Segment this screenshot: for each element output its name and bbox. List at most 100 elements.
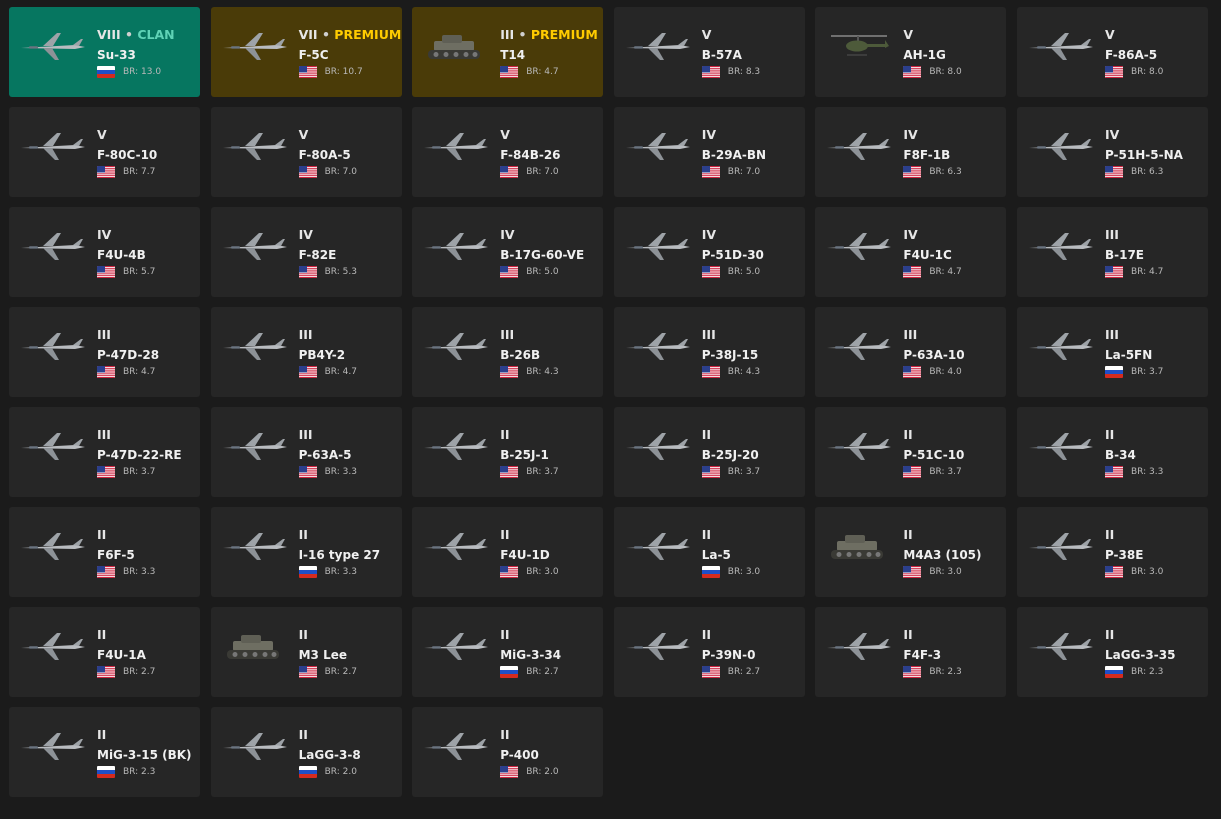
usa-flag-icon — [97, 466, 115, 478]
vehicle-name: I-16 type 27 — [298, 548, 381, 562]
battle-rating: BR: 8.0 — [929, 67, 962, 77]
vehicle-meta: BR: 2.0 — [500, 766, 559, 778]
battle-rating: BR: 7.0 — [526, 167, 559, 177]
vehicle-rank: V — [97, 127, 107, 142]
rank-label: V — [701, 27, 712, 42]
plane-icon — [1025, 629, 1097, 663]
vehicle-card[interactable]: IV P-51D-30 BR: 5.0 — [613, 207, 805, 297]
rank-label: II — [701, 627, 712, 642]
vehicle-name: F-80C-10 — [97, 148, 158, 162]
vehicle-card[interactable]: IV F-82E BR: 5.3 — [210, 207, 402, 297]
vehicle-card[interactable]: II P-39N-0 BR: 2.7 — [613, 607, 805, 697]
vehicle-card[interactable]: II B-25J-20 BR: 3.7 — [613, 407, 805, 497]
usa-flag-icon — [97, 366, 115, 378]
battle-rating: BR: 3.7 — [929, 467, 962, 477]
vehicle-card[interactable]: VIII • CLAN Su-33 BR: 13.0 — [9, 7, 200, 97]
vehicle-card[interactable]: III P-63A-5 BR: 3.3 — [210, 407, 402, 497]
vehicle-card[interactable]: III P-38J-15 BR: 4.3 — [613, 307, 805, 397]
vehicle-card[interactable]: IV F8F-1B BR: 6.3 — [815, 107, 1007, 197]
vehicle-card[interactable]: III P-47D-22-RE BR: 3.7 — [9, 407, 200, 497]
vehicle-meta: BR: 2.0 — [298, 766, 357, 778]
vehicle-card[interactable]: V F-80A-5 BR: 7.0 — [210, 107, 402, 197]
vehicle-card[interactable]: IV F4U-4B BR: 5.7 — [9, 207, 200, 297]
vehicle-card[interactable]: II P-38E BR: 3.0 — [1016, 507, 1208, 597]
usa-flag-icon — [500, 466, 519, 478]
vehicle-rank: II — [500, 527, 509, 542]
vehicle-card[interactable]: II B-25J-1 BR: 3.7 — [412, 407, 604, 497]
vehicle-card[interactable]: V F-84B-26 BR: 7.0 — [412, 107, 604, 197]
vehicle-rank: IV — [1105, 127, 1119, 142]
vehicle-card[interactable]: II M4A3 (105) BR: 3.0 — [815, 507, 1007, 597]
vehicle-card[interactable]: II P-51C-10 BR: 3.7 — [815, 407, 1007, 497]
vehicle-card[interactable]: III La-5FN BR: 3.7 — [1016, 307, 1208, 397]
vehicle-name: P-38E — [1104, 548, 1144, 562]
vehicle-card[interactable]: V B-57A BR: 8.3 — [613, 7, 805, 97]
vehicle-card[interactable]: III • PREMIUM T14 BR: 4.7 — [412, 7, 604, 97]
vehicle-card[interactable]: II LaGG-3-35 BR: 2.3 — [1016, 607, 1208, 697]
vehicle-name: P-38J-15 — [701, 348, 759, 362]
vehicle-card[interactable]: II MiG-3-15 (BK) BR: 2.3 — [9, 707, 200, 797]
vehicle-card[interactable]: VII • PREMIUM F-5C BR: 10.7 — [210, 7, 402, 97]
vehicle-card[interactable]: V F-86A-5 BR: 8.0 — [1016, 7, 1208, 97]
vehicle-card[interactable]: IV B-29A-BN BR: 7.0 — [613, 107, 805, 197]
vehicle-card[interactable]: IV P-51H-5-NA BR: 6.3 — [1016, 107, 1208, 197]
vehicle-meta: BR: 3.0 — [500, 566, 559, 578]
vehicle-rank: II — [1105, 627, 1114, 642]
battle-rating: BR: 3.0 — [929, 567, 962, 577]
plane-icon — [622, 329, 694, 363]
usa-flag-icon — [701, 66, 720, 78]
vehicle-card[interactable]: II F4U-1A BR: 2.7 — [9, 607, 200, 697]
plane-icon — [420, 529, 492, 563]
vehicle-card[interactable]: IV F4U-1C BR: 4.7 — [815, 207, 1007, 297]
vehicle-card[interactable]: II LaGG-3-8 BR: 2.0 — [210, 707, 402, 797]
vehicle-card[interactable]: III PB4Y-2 BR: 4.7 — [210, 307, 402, 397]
plane-icon — [823, 629, 895, 663]
russia-flag-icon — [500, 666, 519, 678]
battle-rating: BR: 2.7 — [123, 667, 156, 677]
vehicle-rank: V — [702, 27, 712, 42]
usa-flag-icon — [97, 566, 115, 578]
vehicle-card[interactable]: III B-17E BR: 4.7 — [1016, 207, 1208, 297]
plane-icon — [420, 429, 492, 463]
vehicle-card[interactable]: II F6F-5 BR: 3.3 — [9, 507, 200, 597]
vehicle-rank: II — [500, 727, 509, 742]
plane-icon — [1025, 229, 1097, 263]
vehicle-rank: III • PREMIUM — [500, 27, 598, 42]
rank-label: II — [500, 627, 510, 642]
vehicle-card[interactable]: II B-34 BR: 3.3 — [1016, 407, 1208, 497]
usa-flag-icon — [500, 66, 519, 78]
vehicle-card[interactable]: II MiG-3-34 BR: 2.7 — [412, 607, 604, 697]
vehicle-card[interactable]: II La-5 BR: 3.0 — [613, 507, 805, 597]
battle-rating: BR: 5.0 — [526, 267, 559, 277]
vehicle-card[interactable]: III P-47D-28 BR: 4.7 — [9, 307, 200, 397]
vehicle-card[interactable]: III P-63A-10 BR: 4.0 — [815, 307, 1007, 397]
vehicle-card[interactable]: II M3 Lee BR: 2.7 — [210, 607, 402, 697]
vehicle-meta: BR: 7.0 — [701, 166, 760, 178]
vehicle-card[interactable]: II P-400 BR: 2.0 — [412, 707, 604, 797]
usa-flag-icon — [500, 166, 519, 178]
vehicle-card[interactable]: II I-16 type 27 BR: 3.3 — [210, 507, 402, 597]
vehicle-card[interactable]: V AH-1G BR: 8.0 — [815, 7, 1007, 97]
vehicle-rank: III — [500, 327, 514, 342]
vehicle-card[interactable]: II F4U-1D BR: 3.0 — [412, 507, 604, 597]
usa-flag-icon — [500, 766, 519, 778]
vehicle-name: B-29A-BN — [701, 148, 767, 162]
vehicle-card[interactable]: V F-80C-10 BR: 7.7 — [9, 107, 200, 197]
vehicle-card[interactable]: IV B-17G-60-VE BR: 5.0 — [412, 207, 604, 297]
usa-flag-icon — [903, 166, 922, 178]
vehicle-card[interactable]: II F4F-3 BR: 2.3 — [815, 607, 1007, 697]
battle-rating: BR: 2.7 — [526, 667, 559, 677]
vehicle-rank: II — [1105, 427, 1114, 442]
battle-rating: BR: 4.7 — [1130, 267, 1164, 277]
usa-flag-icon — [701, 266, 720, 278]
plane-icon — [1025, 129, 1097, 163]
vehicle-name: AH-1G — [903, 48, 946, 62]
plane-icon — [420, 629, 492, 663]
vehicle-name: F-86A-5 — [1104, 48, 1158, 62]
usa-flag-icon — [500, 566, 519, 578]
russia-flag-icon — [298, 766, 317, 778]
rank-label: II — [298, 527, 308, 542]
plane-icon — [1025, 329, 1097, 363]
vehicle-meta: BR: 8.3 — [701, 66, 760, 78]
vehicle-card[interactable]: III B-26B BR: 4.3 — [412, 307, 604, 397]
